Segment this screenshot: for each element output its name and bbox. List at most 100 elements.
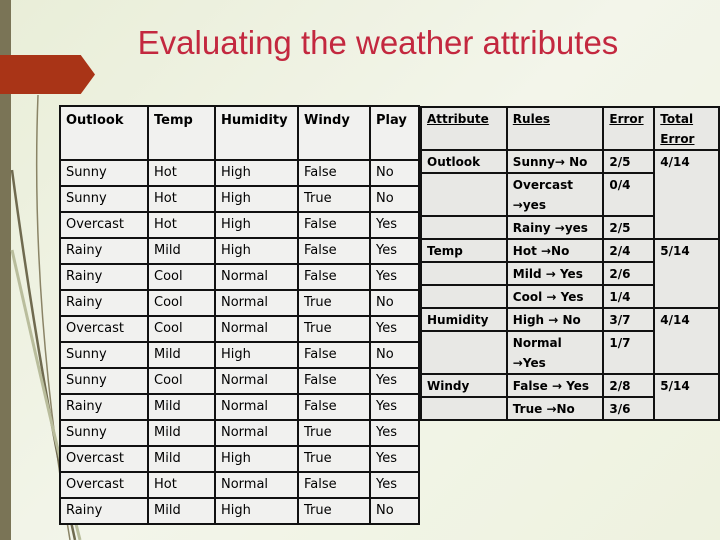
table-cell: Normal [214, 393, 299, 421]
rule-text: Mild → Yes [505, 261, 605, 286]
table-cell: Overcast [59, 211, 149, 239]
table-cell: False [297, 471, 371, 499]
table-row: Sunny Hot High False No [59, 159, 420, 187]
table-cell: No [369, 159, 420, 187]
table-cell: High [214, 185, 299, 213]
rule-text: True →No [505, 396, 605, 421]
attribute-name: Temp [420, 238, 508, 263]
rule-error: 2/6 [602, 261, 656, 286]
rule-error: 1/7 [602, 330, 656, 375]
column-header: Attribute [420, 106, 508, 151]
table-row: Rainy Mild High False Yes [59, 237, 420, 265]
table-cell: Mild [147, 445, 216, 473]
table-row: Sunny Cool Normal False Yes [59, 367, 420, 395]
total-error: 4/14 [653, 149, 720, 240]
table-cell: No [369, 289, 420, 317]
rule-error: 0/4 [602, 172, 656, 217]
table-cell: Normal [214, 419, 299, 447]
attribute-empty-cell [420, 330, 508, 375]
table-cell: Normal [214, 471, 299, 499]
total-error: 5/14 [653, 373, 720, 421]
table-row: Overcast Hot High False Yes [59, 211, 420, 239]
table-cell: Mild [147, 341, 216, 369]
table-cell: False [297, 341, 371, 369]
table-cell: True [297, 185, 371, 213]
table-cell: High [214, 211, 299, 239]
attribute-name: Windy [420, 373, 508, 398]
attribute-empty-cell [420, 172, 508, 217]
table-cell: Rainy [59, 237, 149, 265]
table-cell: Cool [147, 289, 216, 317]
table-cell: Rainy [59, 263, 149, 291]
table-header-row: Outlook Temp Humidity Windy Play [59, 105, 420, 161]
table-cell: High [214, 237, 299, 265]
table-cell: Overcast [59, 315, 149, 343]
attribute-empty-cell [420, 215, 508, 240]
column-header: Rules [505, 106, 605, 151]
rule-error: 2/4 [602, 238, 656, 263]
table-cell: Yes [369, 393, 420, 421]
table-cell: No [369, 341, 420, 369]
table-cell: True [297, 497, 371, 525]
table-cell: Rainy [59, 393, 149, 421]
table-cell: Rainy [59, 289, 149, 317]
table-cell: Normal [214, 263, 299, 291]
table-cell: High [214, 445, 299, 473]
rule-text: False → Yes [505, 373, 605, 398]
rule-row: Temp Hot →No 2/4 5/14 [420, 238, 720, 309]
total-error: 4/14 [653, 307, 720, 375]
table-cell: False [297, 211, 371, 239]
table-cell: Yes [369, 211, 420, 239]
table-cell: Overcast [59, 471, 149, 499]
table-cell: Sunny [59, 185, 149, 213]
table-row: Rainy Cool Normal True No [59, 289, 420, 317]
table-cell: Cool [147, 367, 216, 395]
table-cell: False [297, 237, 371, 265]
table-cell: False [297, 263, 371, 291]
table-cell: Yes [369, 315, 420, 343]
table-cell: Mild [147, 497, 216, 525]
table-cell: Yes [369, 471, 420, 499]
rule-text: Normal →Yes [505, 330, 605, 375]
table-cell: Normal [214, 367, 299, 395]
table-cell: True [297, 315, 371, 343]
table-row: Rainy Mild High True No [59, 497, 420, 525]
table-cell: False [297, 393, 371, 421]
slide-title: Evaluating the weather attributes [137, 24, 619, 61]
rule-error: 3/6 [602, 396, 656, 421]
rule-text: High → No [505, 307, 605, 332]
table-cell: Normal [214, 315, 299, 343]
attribute-empty-cell [420, 284, 508, 309]
rule-text: Cool → Yes [505, 284, 605, 309]
table-cell: Yes [369, 367, 420, 395]
rules-table: Attribute Rules Error Total Error Outlook Su… [420, 106, 720, 421]
table-row: Sunny Mild High False No [59, 341, 420, 369]
table-cell: Mild [147, 393, 216, 421]
rule-row: Windy False → Yes 2/8 5/14 [420, 373, 720, 421]
weather-data-table: Outlook Temp Humidity Windy Play Sunny Hot Hig… [59, 105, 420, 525]
table-row: Overcast Cool Normal True Yes [59, 315, 420, 343]
table-cell: Hot [147, 211, 216, 239]
table-header-row: Attribute Rules Error Total Error [420, 106, 720, 151]
table-cell: Hot [147, 159, 216, 187]
table-row: Rainy Mild Normal False Yes [59, 393, 420, 421]
attribute-name: Outlook [420, 149, 508, 174]
table-cell: Yes [369, 445, 420, 473]
table-cell: Mild [147, 237, 216, 265]
table-cell: Overcast [59, 445, 149, 473]
column-header: Temp [147, 105, 216, 161]
table-cell: High [214, 159, 299, 187]
attribute-empty-cell [420, 261, 508, 286]
table-cell: Mild [147, 419, 216, 447]
table-cell: False [297, 159, 371, 187]
total-error: 5/14 [653, 238, 720, 309]
rule-row: Outlook Sunny→ No 2/5 4/14 [420, 149, 720, 240]
rule-error: 2/5 [602, 149, 656, 174]
column-header: Play [369, 105, 420, 161]
table-row: Overcast Mild High True Yes [59, 445, 420, 473]
attribute-empty-cell [420, 396, 508, 421]
table-cell: Yes [369, 263, 420, 291]
table-cell: Sunny [59, 367, 149, 395]
table-cell: True [297, 419, 371, 447]
column-header: Outlook [59, 105, 149, 161]
